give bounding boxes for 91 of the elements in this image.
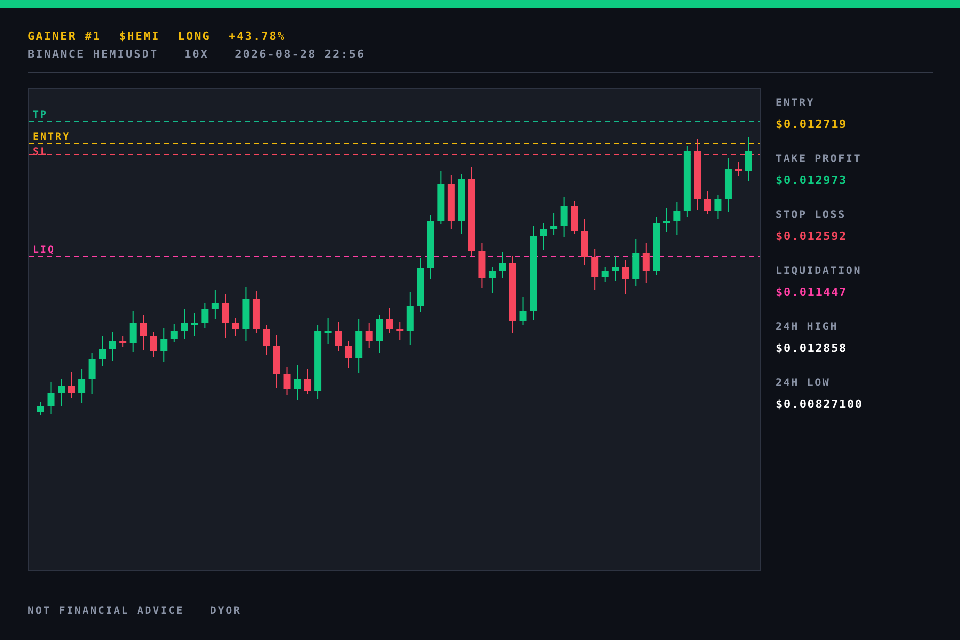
candlestick: [88, 352, 96, 394]
header-title-text: LONG: [178, 30, 211, 44]
candlestick: [478, 242, 486, 288]
candlestick: [438, 170, 445, 224]
candlestick: [376, 314, 384, 354]
candlestick: [653, 216, 660, 276]
candlestick: [274, 334, 280, 388]
candlestick: [335, 322, 342, 352]
footer-text: NOT FINANCIAL ADVICE: [28, 605, 184, 619]
candlestick: [160, 328, 168, 362]
candlestick: [212, 290, 219, 320]
candlestick: [540, 222, 548, 250]
candlestick: [427, 214, 434, 280]
candlestick: [663, 208, 670, 232]
stat-label: TAKE PROFIT: [776, 154, 864, 166]
footer-text: DYOR: [210, 605, 242, 619]
candlestick: [366, 322, 373, 348]
candlestick: [488, 266, 496, 294]
stat-label: STOP LOSS: [776, 210, 848, 222]
stat-value: $0.012592: [776, 230, 848, 243]
candlestick: [109, 332, 116, 362]
header-title-text: GAINER #1: [28, 30, 102, 44]
price-level-label: TP: [33, 110, 48, 121]
candlestick: [263, 324, 270, 356]
header-subtitle-text: BINANCE HEMIUSDT: [28, 48, 159, 62]
candlestick: [356, 318, 363, 374]
candlestick: [68, 372, 76, 398]
candlestick: [304, 368, 312, 394]
stat-value: $0.012973: [776, 174, 848, 187]
price-level-label: LIQ: [33, 245, 56, 256]
candlestick: [704, 190, 712, 214]
candlestick: [170, 324, 178, 342]
stat-value: $0.00827100: [776, 398, 864, 411]
candlestick: [724, 158, 732, 212]
stat-value: $0.012719: [776, 118, 848, 131]
candlestick: [581, 218, 588, 266]
candlestick: [120, 336, 127, 348]
candlestick: [140, 314, 148, 350]
candlestick: [632, 238, 640, 286]
header-subtitle-text: 10X: [184, 48, 210, 62]
candlestick: [284, 366, 291, 396]
candlestick: [560, 196, 568, 238]
candlestick: [735, 162, 742, 176]
candlestick: [222, 294, 230, 338]
candlestick: [324, 318, 332, 344]
candlestick: [345, 340, 352, 368]
candlestick: [38, 402, 44, 416]
candlestick: [602, 266, 609, 282]
stat-label: ENTRY: [776, 98, 816, 110]
price-level-label: ENTRY: [33, 132, 71, 143]
stat-label: 24H LOW: [776, 378, 832, 390]
candlestick: [550, 212, 558, 236]
candlestick: [714, 194, 722, 220]
candlestick: [417, 258, 424, 312]
header-title-text: $HEMI: [119, 30, 160, 44]
candlestick: [242, 286, 250, 342]
stat-value: $0.011447: [776, 286, 848, 299]
candlestick: [674, 202, 681, 236]
stat-value: $0.012858: [776, 342, 848, 355]
candlestick: [48, 382, 55, 414]
candlestick: [386, 308, 394, 334]
candlestick: [694, 138, 702, 210]
candlestick: [622, 260, 630, 294]
candlestick: [746, 136, 752, 182]
candlestick: [130, 310, 137, 352]
header-title-text: +43.78%: [228, 30, 286, 44]
candlestick: [181, 308, 188, 340]
candlestick: [520, 296, 527, 326]
candlestick: [252, 290, 260, 334]
price-level-label: SL: [33, 147, 48, 158]
candlestick: [684, 146, 691, 218]
candlestick: [592, 248, 599, 290]
candlestick: [406, 292, 414, 346]
candlestick: [294, 364, 302, 400]
candlestick: [571, 200, 578, 234]
candlestick: [202, 302, 209, 328]
candlestick: [191, 312, 198, 336]
candlestick: [499, 252, 506, 278]
candlestick: [396, 322, 404, 340]
candlestick: [642, 242, 650, 284]
candlestick: [458, 174, 466, 234]
candlestick: [150, 332, 158, 358]
candlestick: [448, 174, 455, 230]
candlestick: [232, 318, 240, 336]
candlestick: [78, 368, 86, 404]
stat-label: 24H HIGH: [776, 322, 840, 334]
candlestick: [612, 256, 620, 282]
stat-label: LIQUIDATION: [776, 266, 864, 278]
header-subtitle-text: 2026-08-28 22:56: [235, 48, 366, 62]
candlestick: [58, 378, 66, 406]
candlestick: [99, 336, 106, 366]
